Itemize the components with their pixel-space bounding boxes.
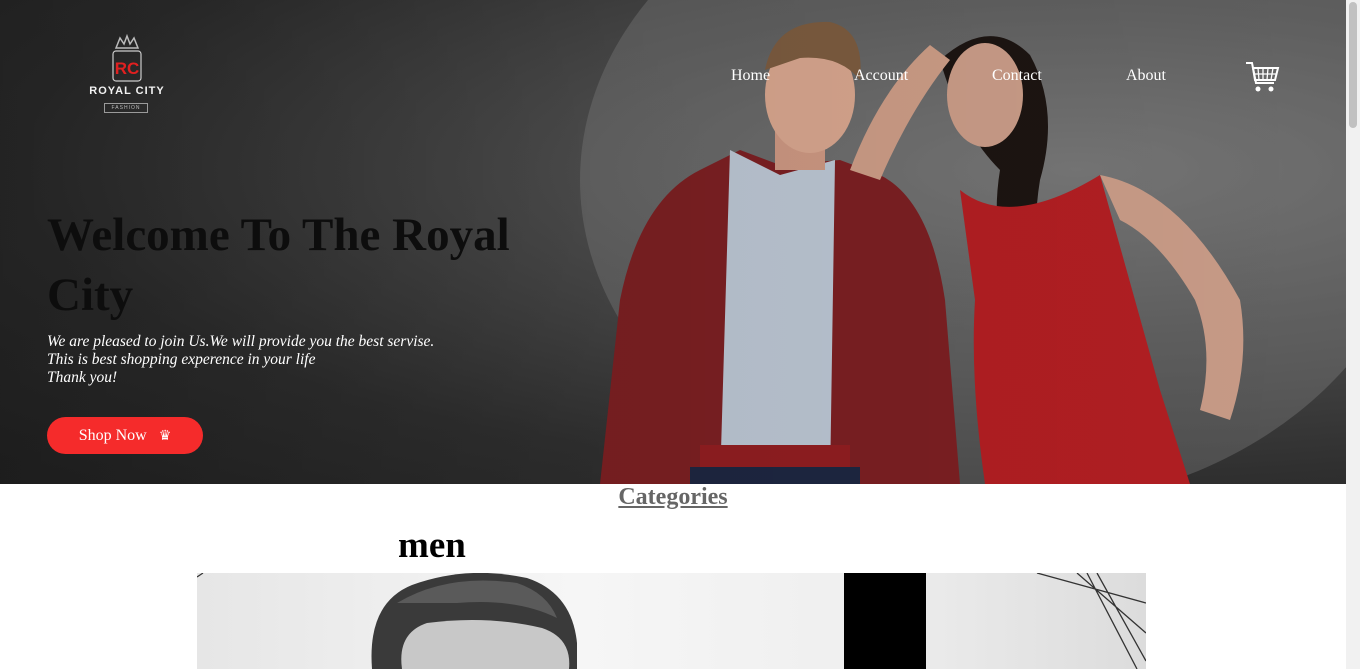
logo-subtext: FASHION	[104, 103, 148, 113]
shopping-cart-icon[interactable]	[1244, 59, 1280, 95]
hero-title: Welcome To The Royal City	[47, 209, 510, 321]
hero-text-line-2: This is best shopping experence in your …	[47, 351, 316, 368]
crown-icon: RC	[112, 34, 142, 82]
nav-link-home[interactable]: Home	[731, 67, 770, 85]
brand-logo[interactable]: RC ROYAL CITY FASHION	[78, 34, 176, 116]
logo-text: ROYAL CITY	[89, 85, 165, 97]
category-title-men: men	[398, 525, 466, 566]
hero-banner: RC ROYAL CITY FASHION Home Account Conta…	[0, 0, 1346, 484]
nav-link-about[interactable]: About	[1126, 67, 1166, 85]
hero-text-line-3: Thank you!	[47, 369, 118, 386]
nav-link-contact[interactable]: Contact	[992, 67, 1042, 85]
shop-now-label: Shop Now	[78, 426, 147, 444]
shop-now-button[interactable]: Shop Now ♛	[47, 417, 203, 454]
nav-link-account[interactable]: Account	[854, 67, 908, 85]
crown-icon: ♛	[158, 427, 172, 444]
hero-text-line-1: We are pleased to join Us.We will provid…	[47, 333, 435, 350]
categories-heading: Categories	[618, 484, 728, 510]
category-image-men[interactable]	[197, 573, 1146, 669]
logo-monogram: RC	[115, 59, 140, 78]
men-photo	[197, 573, 1146, 669]
scrollbar-thumb[interactable]	[1349, 2, 1357, 128]
